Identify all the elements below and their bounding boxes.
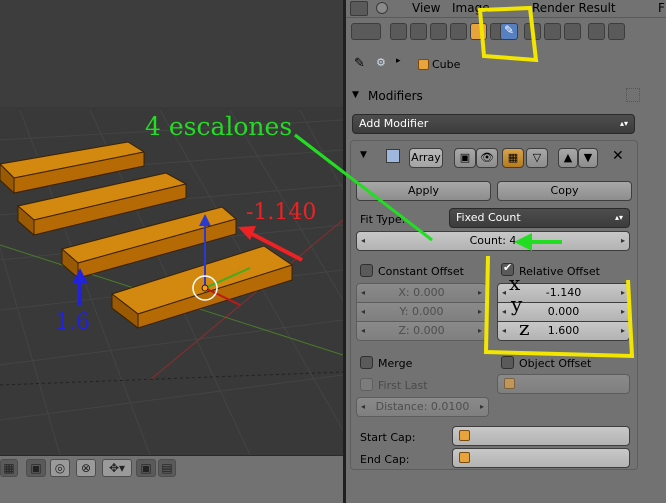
scene-icon[interactable] <box>430 23 447 40</box>
add-modifier-dropdown[interactable]: Add Modifier ▴▾ <box>352 114 635 134</box>
apply-button[interactable]: Apply <box>356 181 491 201</box>
manipulator-icon[interactable]: ✥▾ <box>102 459 132 477</box>
annotation-steps: 4 escalones <box>145 112 293 141</box>
eye-icon[interactable]: 👁 <box>476 148 498 168</box>
viewport-header: ▦ ▣ ◎ ⊗ ✥▾ ▣ ▤ <box>0 455 343 503</box>
render-toggle-icon[interactable]: ▣ <box>454 148 476 168</box>
annotation-axis-z: z <box>519 316 530 340</box>
breadcrumb-object: Cube <box>432 58 461 71</box>
cube-icon <box>504 378 515 389</box>
constant-offset-checkbox[interactable] <box>360 264 373 277</box>
world-icon[interactable] <box>450 23 467 40</box>
first-last-label: First Last <box>378 379 428 392</box>
cube-icon <box>418 59 429 70</box>
material-icon[interactable] <box>544 23 561 40</box>
array-icon <box>386 149 400 163</box>
count-field[interactable]: ◂ Count: 4 ▸ <box>356 231 630 251</box>
constant-x-field[interactable]: ◂ X: 0.000 ▸ <box>356 283 487 303</box>
pin-icon[interactable]: ✎ <box>354 56 365 71</box>
annotation-axis-y: y <box>511 292 523 316</box>
count-value: Count: 4 <box>469 234 517 247</box>
drag-handle-icon[interactable] <box>626 88 640 102</box>
annotation-z-offset: 1.6 <box>55 310 90 335</box>
object-offset-checkbox[interactable] <box>501 356 514 369</box>
object-offset-label: Object Offset <box>519 357 592 370</box>
menu-image[interactable]: Image <box>452 1 490 15</box>
viewport-scene <box>0 109 343 455</box>
start-cap-label: Start Cap: <box>360 431 416 444</box>
dropdown-arrows-icon: ▴▾ <box>614 213 623 222</box>
constant-z-field[interactable]: ◂ Z: 0.000 ▸ <box>356 321 487 341</box>
render-result-title[interactable]: Render Result <box>532 1 616 15</box>
end-cap-field[interactable] <box>452 448 630 468</box>
editor-type-icon[interactable] <box>350 1 368 16</box>
breadcrumb: ✎ ⚙ ▸ Cube <box>346 50 666 78</box>
first-last-checkbox[interactable] <box>360 378 373 391</box>
editmode-toggle-icon[interactable]: ▦ <box>502 148 524 168</box>
properties-context-tabs: ✎ <box>346 18 666 48</box>
fit-type-dropdown[interactable]: Fixed Count ▴▾ <box>449 208 630 228</box>
constant-y-field[interactable]: ◂ Y: 0.000 ▸ <box>356 302 487 322</box>
texture-icon[interactable] <box>564 23 581 40</box>
scene-object-icon: ⚙ <box>376 56 386 69</box>
start-cap-field[interactable] <box>452 426 630 446</box>
expand-icon[interactable]: ▼ <box>360 150 367 160</box>
collapse-icon[interactable]: ▼ <box>352 90 359 100</box>
move-down-icon[interactable]: ▼ <box>578 148 598 168</box>
constant-offset-label: Constant Offset <box>378 265 464 278</box>
image-editor-header: View Image Render Result F <box>346 0 666 18</box>
layout-icon[interactable] <box>351 23 381 40</box>
add-modifier-label: Add Modifier <box>359 117 429 130</box>
merge-label: Merge <box>378 357 413 370</box>
layer-icon[interactable]: ▣ <box>136 459 156 477</box>
fit-type-value: Fixed Count <box>456 211 521 224</box>
relative-z-field[interactable]: ◂ 1.600 ▸ <box>497 321 630 341</box>
cage-toggle-icon[interactable]: ▽ <box>526 148 548 168</box>
render-icon[interactable]: ▤ <box>158 459 176 477</box>
menu-f[interactable]: F <box>658 1 665 15</box>
breadcrumb-arrow-icon: ▸ <box>396 56 401 66</box>
data-icon[interactable] <box>524 23 541 40</box>
annotation-x-offset: -1.140 <box>246 200 317 225</box>
relative-offset-label: Relative Offset <box>519 265 600 278</box>
merge-checkbox[interactable] <box>360 356 373 369</box>
object-offset-field[interactable] <box>497 374 630 394</box>
properties-editor: View Image Render Result F ✎ ✎ ⚙ ▸ Cube … <box>346 0 666 503</box>
dropdown-arrows-icon: ▴▾ <box>619 119 628 128</box>
menu-view[interactable]: View <box>412 1 440 15</box>
pivot-icon[interactable]: ⊗ <box>76 459 96 477</box>
render-layers-icon[interactable] <box>410 23 427 40</box>
physics-icon[interactable] <box>608 23 625 40</box>
move-up-icon[interactable]: ▲ <box>558 148 578 168</box>
editor-type-icon[interactable]: ▦ <box>0 459 18 477</box>
object-icon[interactable] <box>470 23 487 40</box>
mode-icon[interactable]: ▣ <box>26 459 46 477</box>
particles-icon[interactable] <box>588 23 605 40</box>
x-icon[interactable]: ✕ <box>612 148 624 164</box>
camera-icon[interactable] <box>390 23 407 40</box>
modifier-name-field[interactable]: Array <box>409 148 443 168</box>
collapse-menu-icon[interactable] <box>376 2 388 14</box>
shading-icon[interactable]: ◎ <box>50 459 70 477</box>
copy-button[interactable]: Copy <box>497 181 632 201</box>
end-cap-label: End Cap: <box>360 453 410 466</box>
cube-icon <box>459 430 470 441</box>
modifiers-panel-header[interactable]: ▼ Modifiers <box>346 84 666 108</box>
fit-type-label: Fit Type: <box>360 213 406 226</box>
panel-title: Modifiers <box>368 89 423 103</box>
distance-field[interactable]: ◂ Distance: 0.0100 ▸ <box>356 397 489 417</box>
3d-viewport[interactable]: 4 escalones -1.140 1.6 <box>0 0 343 455</box>
cube-icon <box>459 452 470 463</box>
wrench-icon[interactable]: ✎ <box>500 23 518 40</box>
